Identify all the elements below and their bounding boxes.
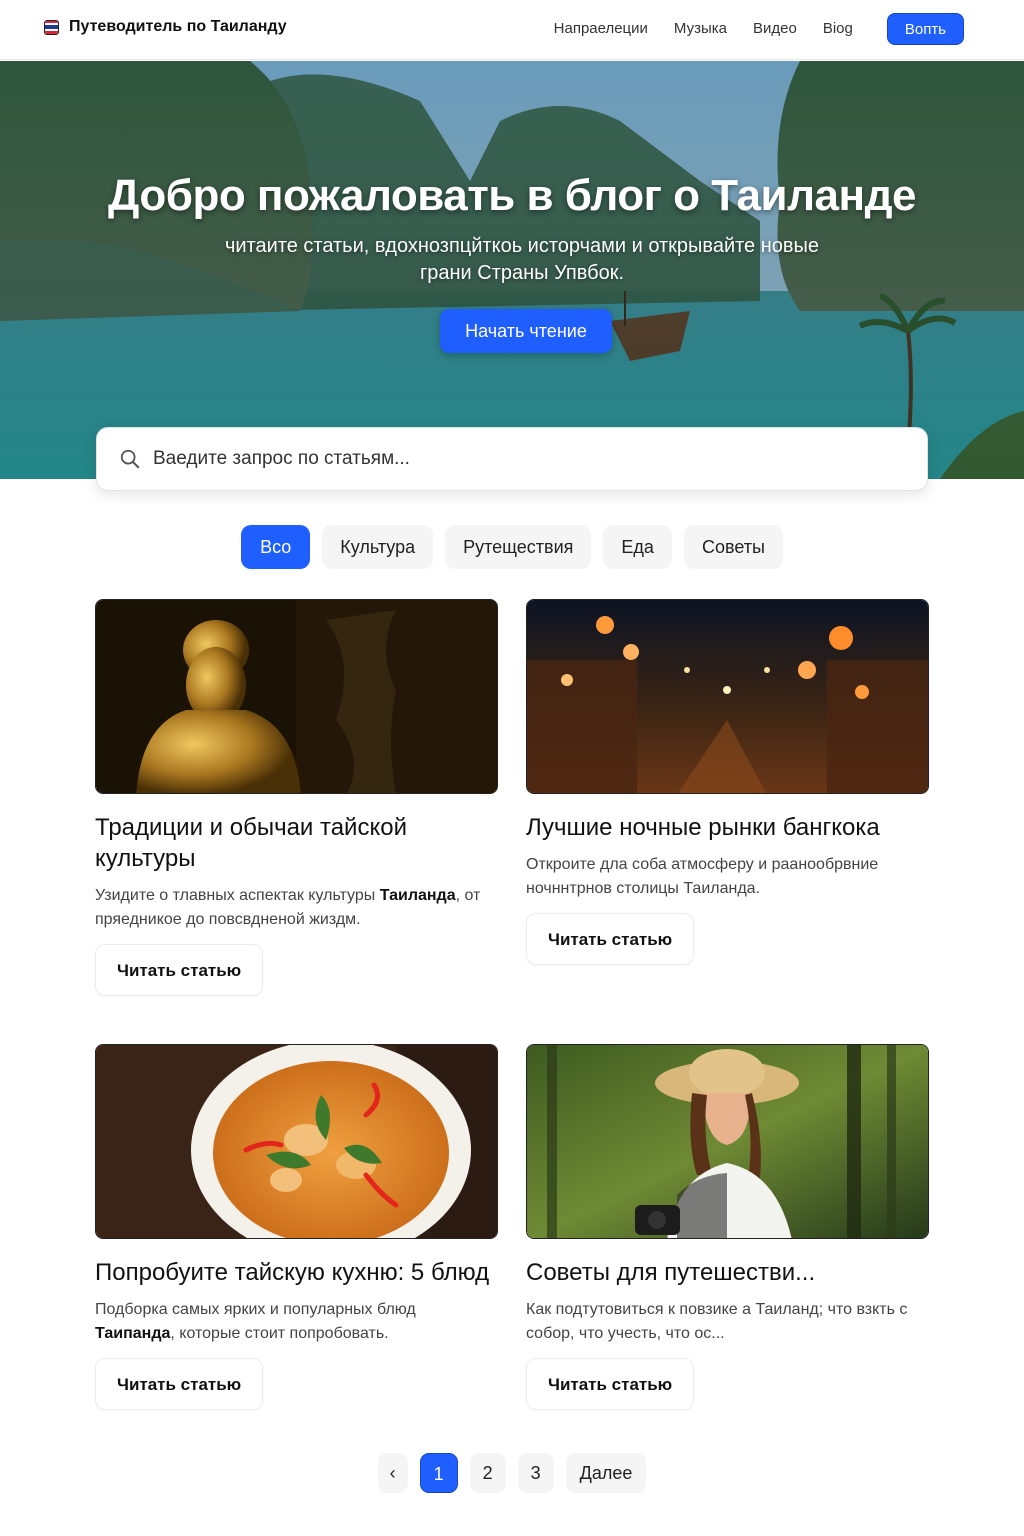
- article-title[interactable]: Традиции и обычаи тайской культуры: [95, 812, 498, 874]
- start-reading-button[interactable]: Начать чтение: [440, 309, 612, 353]
- pagination-page-2[interactable]: 2: [469, 1453, 506, 1493]
- read-article-button[interactable]: Читать статью: [95, 944, 264, 996]
- pagination-page-1[interactable]: 1: [419, 1453, 458, 1493]
- filter-tips[interactable]: Советы: [683, 525, 783, 569]
- filter-culture[interactable]: Культура: [322, 525, 434, 569]
- nav-link-blog[interactable]: Biog: [823, 12, 853, 46]
- top-navbar: Путеводитель по Таиланду Напраелеции Муз…: [0, 0, 1024, 60]
- article-title[interactable]: Советы для путешестви...: [526, 1257, 929, 1288]
- article-card: Попробуите тайскую кухню: 5 блюд Подборк…: [95, 1044, 498, 1410]
- pagination-page-3[interactable]: 3: [517, 1453, 554, 1493]
- article-image-buddha[interactable]: [95, 599, 498, 794]
- pagination-prev-icon[interactable]: ‹: [377, 1453, 408, 1493]
- pagination-next-button[interactable]: Далее: [565, 1453, 647, 1493]
- brand-name: Путеводитель по Таиланду: [69, 18, 287, 35]
- read-article-button[interactable]: Читать статью: [95, 1358, 264, 1410]
- article-description: Как подтутовиться к повзике а Таиланд; ч…: [526, 1301, 908, 1342]
- article-description: Откроите дла соба атмосферу и раанообрвн…: [526, 856, 879, 897]
- thai-flag-icon: [44, 19, 59, 35]
- read-article-button[interactable]: Читать статью: [526, 1358, 695, 1410]
- login-button[interactable]: Вопть: [886, 13, 964, 45]
- article-card: Лучшие ночные рынки бангкока Откроите дл…: [526, 599, 929, 965]
- nav-link-directions[interactable]: Напраелеции: [554, 12, 648, 46]
- article-description: Подборка самых ярких и популарных блюд Т…: [95, 1301, 416, 1342]
- article-card: Традиции и обычаи тайской культуры Узиди…: [95, 599, 498, 996]
- nav-link-video[interactable]: Видео: [753, 12, 797, 46]
- article-description: Узидите о тлавных аспектак культуры Таил…: [95, 887, 481, 928]
- filter-travel[interactable]: Рутеществия: [445, 525, 592, 569]
- read-article-button[interactable]: Читать статью: [526, 913, 695, 965]
- pagination: ‹ 1 2 3 Далее: [0, 1453, 1024, 1493]
- article-title[interactable]: Попробуите тайскую кухню: 5 блюд: [95, 1257, 498, 1288]
- article-image-night-market[interactable]: [526, 599, 929, 794]
- filter-all[interactable]: Всо: [241, 525, 311, 569]
- category-filters: Всо Культура Рутеществия Еда Советы: [0, 525, 1024, 569]
- main-nav: Напраелеции Музыка Видео Biog Вопть: [554, 12, 964, 46]
- article-title[interactable]: Лучшие ночные рынки бангкока: [526, 812, 929, 843]
- brand[interactable]: Путеводитель по Таиланду: [44, 18, 287, 36]
- article-card: Советы для путешестви... Как подтутовить…: [526, 1044, 929, 1410]
- search-input[interactable]: [153, 448, 873, 470]
- search-icon: [120, 449, 140, 469]
- hero-title: Добро пожаловать в блог о Таиланде: [108, 171, 916, 220]
- nav-link-music[interactable]: Музыка: [674, 12, 727, 46]
- hero-subtitle: читаите статьи, вдохнозпцйткоь исторчами…: [224, 235, 820, 284]
- filter-food[interactable]: Еда: [603, 525, 672, 569]
- search-bar: [96, 427, 928, 491]
- hero-banner: Добро пожаловать в блог о Таиланде читаи…: [0, 61, 1024, 479]
- article-image-traveler[interactable]: [526, 1044, 929, 1239]
- article-image-thai-curry[interactable]: [95, 1044, 498, 1239]
